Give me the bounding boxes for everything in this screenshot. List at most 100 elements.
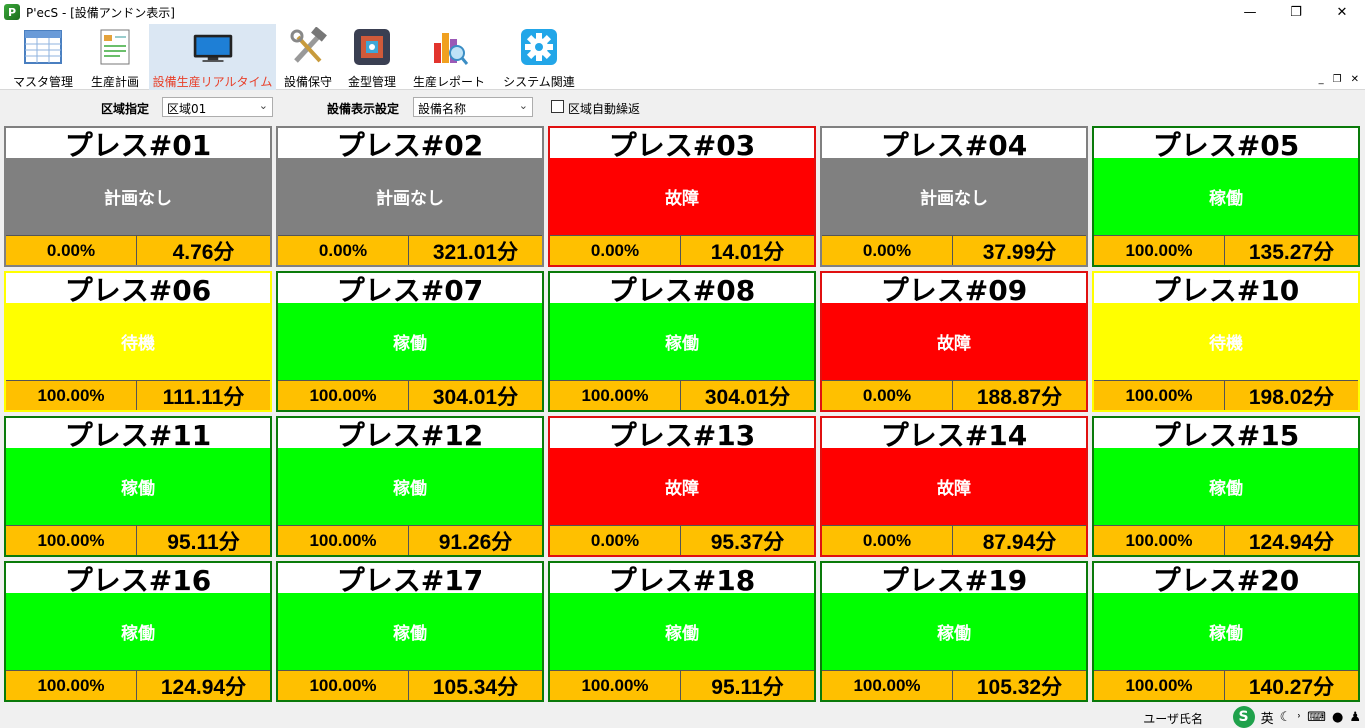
equipment-name: プレス#02 [278, 128, 542, 158]
equipment-tile[interactable]: プレス#18 稼働 100.00% 95.11分 [548, 561, 816, 702]
equipment-tile[interactable]: プレス#04 計画なし 0.00% 37.99分 [820, 126, 1088, 267]
mdi-restore-button[interactable]: ❐ [1333, 74, 1342, 85]
equipment-status: 稼働 [278, 303, 542, 380]
area-select-value: 区域01 [167, 102, 207, 116]
equipment-tile[interactable]: プレス#16 稼働 100.00% 124.94分 [4, 561, 272, 702]
equipment-status: 故障 [550, 158, 814, 235]
operation-rate: 0.00% [822, 525, 953, 555]
operation-rate: 0.00% [6, 235, 137, 265]
equipment-tile[interactable]: プレス#11 稼働 100.00% 95.11分 [4, 416, 272, 557]
equipment-status: 稼働 [1094, 593, 1358, 670]
equipment-name: プレス#12 [278, 418, 542, 448]
restore-button[interactable]: ❐ [1273, 0, 1319, 24]
equipment-name: プレス#10 [1094, 273, 1358, 303]
ime-s-icon[interactable]: S [1232, 706, 1255, 728]
equipment-tile[interactable]: プレス#12 稼働 100.00% 91.26分 [276, 416, 544, 557]
display-setting-value: 設備名称 [418, 102, 467, 116]
toolbar-label: 生産レポート [412, 75, 485, 89]
user-icon[interactable]: ● [1332, 710, 1343, 725]
equipment-tile[interactable]: プレス#03 故障 0.00% 14.01分 [548, 126, 816, 267]
toolbar-mold-button[interactable]: 金型管理 [343, 24, 401, 90]
ime-lang-indicator[interactable]: 英 [1261, 708, 1274, 727]
equipment-tile[interactable]: プレス#17 稼働 100.00% 105.34分 [276, 561, 544, 702]
equipment-tile[interactable]: プレス#01 計画なし 0.00% 4.76分 [4, 126, 272, 267]
equipment-name: プレス#05 [1094, 128, 1358, 158]
equipment-status: 稼働 [822, 593, 1086, 670]
shirt-icon[interactable]: ♟ [1349, 710, 1361, 725]
close-button[interactable]: ✕ [1319, 0, 1365, 24]
title-bar: P P'ecS - [設備アンドン表示] — ❐ ✕ [0, 0, 1365, 24]
operation-rate: 100.00% [1094, 380, 1225, 410]
equipment-name: プレス#11 [6, 418, 270, 448]
operation-rate: 100.00% [6, 670, 137, 700]
equipment-tile[interactable]: プレス#05 稼働 100.00% 135.27分 [1092, 126, 1360, 267]
window-title: P'ecS - [設備アンドン表示] [26, 5, 175, 20]
elapsed-time: 87.94分 [953, 525, 1086, 555]
toolbar-system-button[interactable]: システム関連 [500, 24, 578, 90]
elapsed-time: 95.11分 [681, 670, 814, 700]
equipment-tile[interactable]: プレス#15 稼働 100.00% 124.94分 [1092, 416, 1360, 557]
elapsed-time: 135.27分 [1225, 235, 1358, 265]
equipment-tile[interactable]: プレス#13 故障 0.00% 95.37分 [548, 416, 816, 557]
equipment-tile[interactable]: プレス#19 稼働 100.00% 105.32分 [820, 561, 1088, 702]
operation-rate: 0.00% [822, 380, 953, 410]
equipment-status: 待機 [1094, 303, 1358, 380]
toolbar-realtime-button[interactable]: 設備生産リアルタイム [149, 24, 276, 90]
mdi-minimize-button[interactable]: _ [1319, 74, 1324, 85]
equipment-tile[interactable]: プレス#09 故障 0.00% 188.87分 [820, 271, 1088, 412]
elapsed-time: 105.34分 [409, 670, 542, 700]
elapsed-time: 198.02分 [1225, 380, 1358, 410]
equipment-tile[interactable]: プレス#07 稼働 100.00% 304.01分 [276, 271, 544, 412]
toolbar-report-button[interactable]: 生産レポート [410, 24, 488, 90]
elapsed-time: 321.01分 [409, 235, 542, 265]
elapsed-time: 124.94分 [1225, 525, 1358, 555]
equipment-name: プレス#15 [1094, 418, 1358, 448]
mdi-close-button[interactable]: ✕ [1351, 74, 1359, 85]
equipment-status: 稼働 [1094, 158, 1358, 235]
auto-repeat-checkbox[interactable] [551, 100, 564, 113]
equipment-tile[interactable]: プレス#20 稼働 100.00% 140.27分 [1092, 561, 1360, 702]
toolbar-plan-button[interactable]: 生産計画 [85, 24, 145, 90]
app-logo-icon: P [4, 4, 20, 20]
equipment-status: 故障 [822, 448, 1086, 525]
equipment-tile[interactable]: プレス#08 稼働 100.00% 304.01分 [548, 271, 816, 412]
equipment-tile[interactable]: プレス#02 計画なし 0.00% 321.01分 [276, 126, 544, 267]
equipment-name: プレス#14 [822, 418, 1086, 448]
operation-rate: 100.00% [278, 380, 409, 410]
operation-rate: 0.00% [822, 235, 953, 265]
keyboard-icon[interactable]: ⌨ [1307, 710, 1326, 725]
operation-rate: 100.00% [550, 670, 681, 700]
operation-rate: 100.00% [6, 380, 137, 410]
toolbar-maintenance-button[interactable]: 設備保守 [280, 24, 336, 90]
area-select[interactable]: 区域01 ⌄ [162, 97, 273, 117]
operation-rate: 100.00% [6, 525, 137, 555]
equipment-tile[interactable]: プレス#06 待機 100.00% 111.11分 [4, 271, 272, 412]
report-chart-icon [428, 27, 470, 67]
equipment-status: 稼働 [6, 593, 270, 670]
equipment-name: プレス#18 [550, 563, 814, 593]
elapsed-time: 124.94分 [137, 670, 270, 700]
minimize-button[interactable]: — [1227, 0, 1273, 24]
comma-icon[interactable]: ˒ [1297, 710, 1301, 725]
operation-rate: 0.00% [550, 525, 681, 555]
equipment-tile[interactable]: プレス#10 待機 100.00% 198.02分 [1092, 271, 1360, 412]
operation-rate: 0.00% [550, 235, 681, 265]
auto-repeat-label: 区域自動繰返 [568, 102, 641, 116]
equipment-status: 稼働 [1094, 448, 1358, 525]
display-setting-label: 設備表示設定 [327, 102, 400, 116]
toolbar-label: 設備保守 [283, 75, 332, 89]
equipment-status: 稼働 [6, 448, 270, 525]
operation-rate: 100.00% [1094, 235, 1225, 265]
moon-icon[interactable]: ☾ [1280, 710, 1292, 725]
equipment-status: 稼働 [278, 448, 542, 525]
elapsed-time: 95.37分 [681, 525, 814, 555]
mdi-controls: _ ❐ ✕ [1319, 74, 1359, 85]
display-setting-select[interactable]: 設備名称 ⌄ [413, 97, 533, 117]
operation-rate: 100.00% [550, 380, 681, 410]
equipment-tile[interactable]: プレス#14 故障 0.00% 87.94分 [820, 416, 1088, 557]
user-name-label: ユーザ氏名 [1143, 712, 1203, 726]
equipment-name: プレス#08 [550, 273, 814, 303]
toolbar-master-button[interactable]: マスタ管理 [8, 24, 78, 90]
window-controls: — ❐ ✕ [1227, 0, 1365, 24]
elapsed-time: 37.99分 [953, 235, 1086, 265]
